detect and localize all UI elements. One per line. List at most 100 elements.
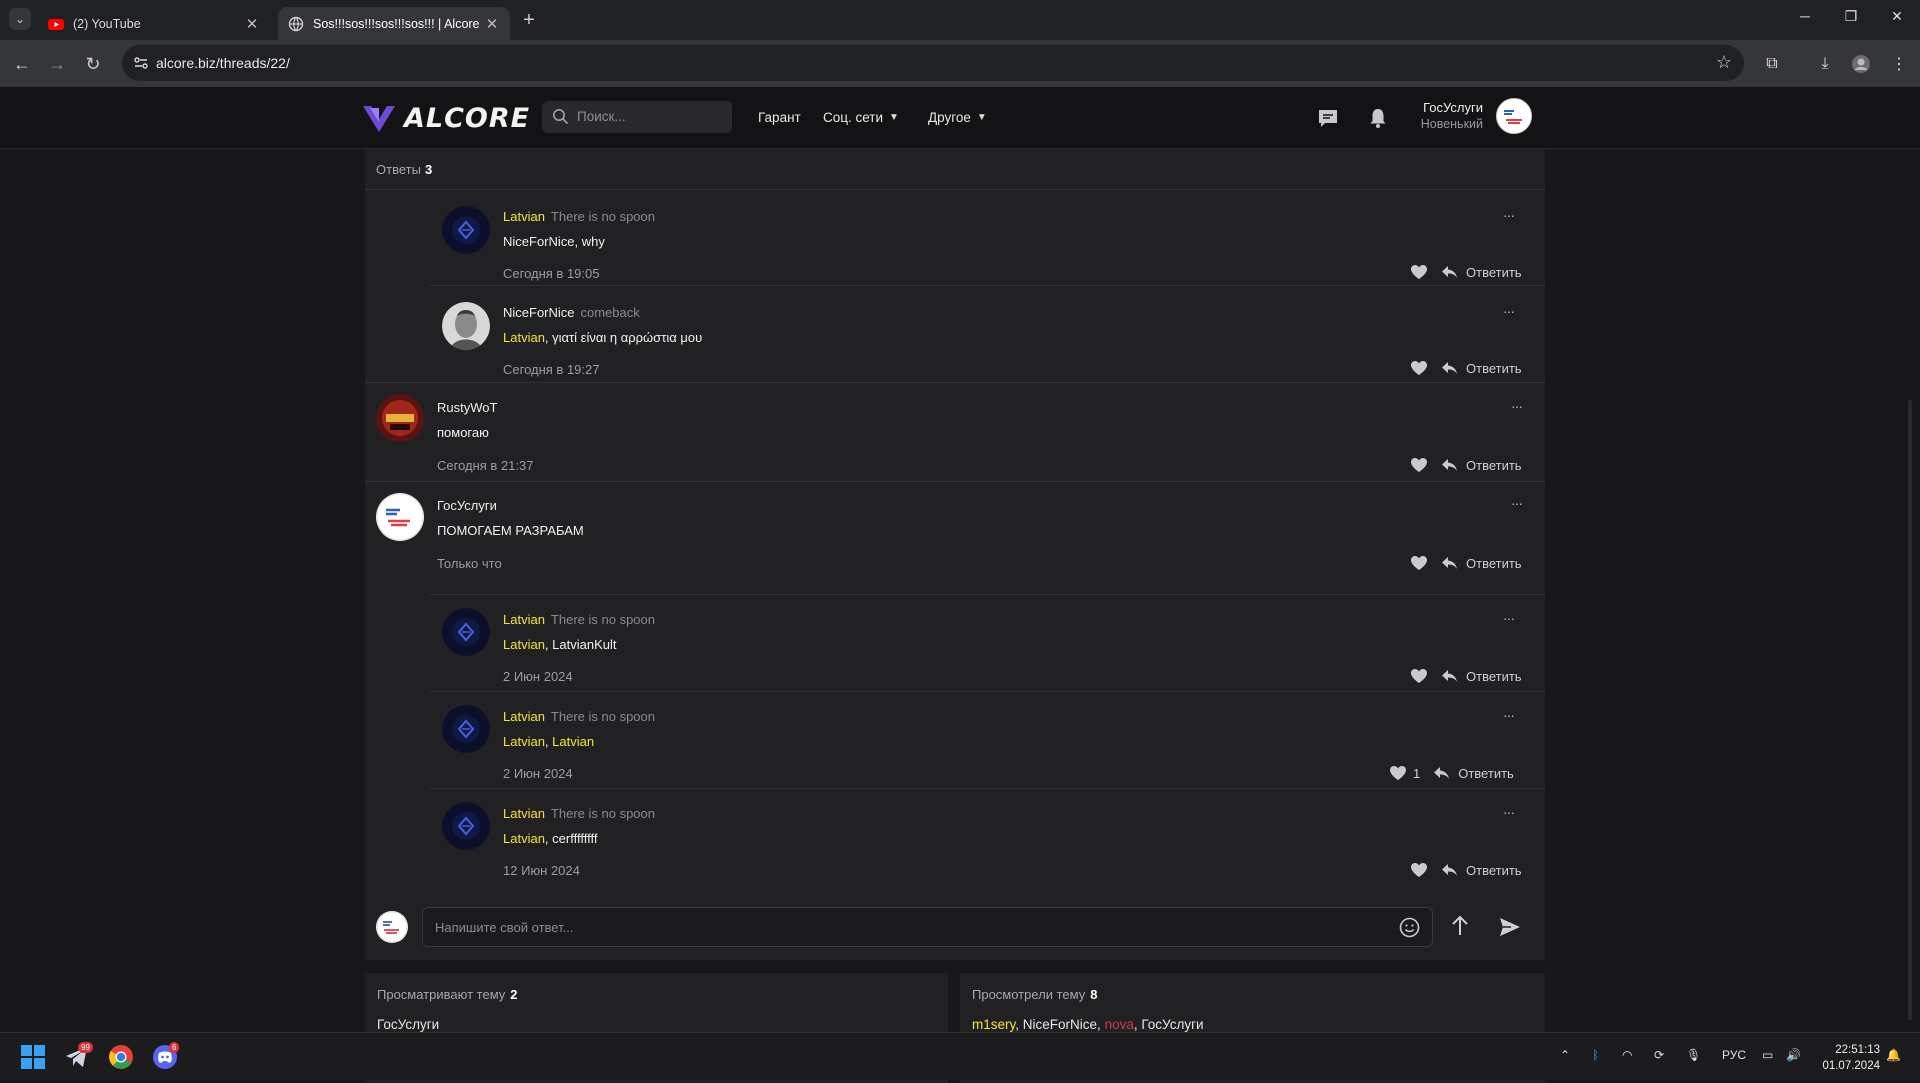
user-link[interactable]: ГосУслуги	[377, 1017, 439, 1032]
post-author[interactable]: Latvian There is no spoon	[503, 709, 655, 724]
post-author[interactable]: Latvian There is no spoon	[503, 612, 655, 627]
tab-search-chevron-icon[interactable]: ⌄	[9, 8, 31, 30]
mention[interactable]: Latvian	[503, 637, 545, 652]
bluetooth-icon[interactable]: ᛒ	[1592, 1048, 1599, 1062]
chrome-icon[interactable]	[107, 1043, 135, 1071]
post-date[interactable]: Сегодня в 19:05	[503, 266, 599, 281]
user-link[interactable]: NiceForNice	[1023, 1017, 1097, 1032]
tray-overflow-chevron-icon[interactable]: ⌃	[1560, 1048, 1570, 1062]
author-name[interactable]: Latvian	[503, 209, 545, 224]
reload-icon[interactable]: ↻	[80, 51, 106, 77]
post-date[interactable]: Только что	[437, 556, 502, 571]
nav-garant[interactable]: Гарант	[758, 110, 801, 125]
reply-button[interactable]: Ответить	[1466, 556, 1522, 571]
user-link[interactable]: nova	[1105, 1017, 1134, 1032]
avatar[interactable]	[442, 206, 490, 254]
site-logo[interactable]: ALCORE	[362, 103, 530, 134]
search-input[interactable]: Поиск...	[542, 101, 732, 133]
network-icon[interactable]: ▭	[1762, 1048, 1773, 1062]
reply-arrow-icon[interactable]	[1433, 766, 1450, 780]
avatar[interactable]	[376, 394, 424, 442]
more-options-icon[interactable]: ···	[1503, 610, 1515, 626]
nav-social[interactable]: Соц. сети ▼	[823, 110, 899, 125]
author-name[interactable]: Latvian	[503, 612, 545, 627]
post-date[interactable]: Сегодня в 21:37	[437, 458, 533, 473]
reply-button[interactable]: Ответить	[1466, 361, 1522, 376]
reply-button[interactable]: Ответить	[1458, 766, 1514, 781]
header-avatar[interactable]	[1496, 98, 1532, 134]
volume-icon[interactable]: 🔊	[1786, 1048, 1801, 1062]
minimize-icon[interactable]: ─	[1790, 8, 1820, 24]
mention[interactable]: Latvian	[503, 734, 545, 749]
more-options-icon[interactable]: ···	[1503, 303, 1515, 319]
nav-other[interactable]: Другое ▼	[928, 110, 987, 125]
post-date[interactable]: 2 Июн 2024	[503, 766, 573, 781]
new-tab-plus-icon[interactable]: +	[518, 9, 540, 32]
bookmark-star-icon[interactable]: ☆	[1716, 52, 1732, 73]
windows-start-icon[interactable]	[19, 1043, 47, 1071]
more-options-icon[interactable]: ···	[1511, 398, 1523, 414]
profile-avatar-icon[interactable]	[1849, 52, 1873, 76]
like-heart-icon[interactable]	[1410, 555, 1428, 571]
author-name[interactable]: Latvian	[503, 709, 545, 724]
post-author[interactable]: Latvian There is no spoon	[503, 209, 655, 224]
like-heart-icon[interactable]	[1410, 862, 1428, 878]
emoji-smile-icon[interactable]	[1399, 917, 1420, 938]
reply-arrow-icon[interactable]	[1441, 458, 1458, 472]
like-heart-icon[interactable]	[1410, 457, 1428, 473]
author-name[interactable]: NiceForNice	[503, 305, 575, 320]
browser-tab-youtube[interactable]: (2) YouTube ✕	[38, 7, 270, 40]
close-window-icon[interactable]: ✕	[1882, 8, 1912, 25]
address-bar[interactable]: alcore.biz/threads/22/ ☆	[122, 45, 1744, 81]
avatar[interactable]	[442, 608, 490, 656]
more-options-icon[interactable]: ···	[1503, 207, 1515, 223]
mention[interactable]: NiceForNice	[503, 234, 575, 249]
close-tab-icon[interactable]: ✕	[484, 15, 500, 33]
post-author[interactable]: Latvian There is no spoon	[503, 806, 655, 821]
more-options-icon[interactable]: ···	[1511, 495, 1523, 511]
like-heart-icon[interactable]	[1410, 264, 1428, 280]
reply-arrow-icon[interactable]	[1441, 265, 1458, 279]
reply-arrow-icon[interactable]	[1441, 361, 1458, 375]
post-author[interactable]: ГосУслуги	[437, 498, 497, 513]
notification-bell-icon[interactable]: 🔔	[1886, 1048, 1901, 1062]
post-author[interactable]: RustyWoT	[437, 400, 497, 415]
post-date[interactable]: 12 Июн 2024	[503, 863, 580, 878]
close-tab-icon[interactable]: ✕	[244, 15, 260, 33]
headset-icon[interactable]: ◠	[1622, 1048, 1632, 1062]
more-options-icon[interactable]: ···	[1503, 707, 1515, 723]
more-options-icon[interactable]: ···	[1503, 804, 1515, 820]
back-arrow-icon[interactable]: ←	[9, 51, 35, 77]
reply-button[interactable]: Ответить	[1466, 458, 1522, 473]
header-user-block[interactable]: ГосУслуги Новенький	[1380, 100, 1483, 131]
mention[interactable]: Latvian	[503, 330, 545, 345]
like-heart-icon[interactable]	[1389, 765, 1407, 781]
author-name[interactable]: ГосУслуги	[437, 498, 497, 513]
post-author[interactable]: NiceForNice comeback	[503, 305, 640, 320]
browser-menu-icon[interactable]: ⋮	[1887, 52, 1911, 76]
page-scrollbar[interactable]	[1908, 400, 1912, 1020]
avatar[interactable]	[442, 802, 490, 850]
reply-button[interactable]: Ответить	[1466, 265, 1522, 280]
restore-icon[interactable]: ❐	[1836, 8, 1866, 25]
sync-icon[interactable]: ⟳	[1654, 1048, 1664, 1062]
messages-icon[interactable]	[1317, 107, 1339, 129]
microphone-icon[interactable]: 🎙	[1686, 1048, 1701, 1062]
like-count[interactable]: 1	[1413, 766, 1420, 781]
reply-arrow-icon[interactable]	[1441, 556, 1458, 570]
avatar[interactable]	[376, 493, 424, 541]
reply-composer-input[interactable]: Напишите свой ответ...	[422, 907, 1433, 947]
post-date[interactable]: 2 Июн 2024	[503, 669, 573, 684]
language-indicator[interactable]: РУС	[1722, 1048, 1746, 1062]
upload-arrow-icon[interactable]	[1450, 915, 1470, 937]
reply-arrow-icon[interactable]	[1441, 863, 1458, 877]
mention[interactable]: Latvian	[552, 734, 594, 749]
mention[interactable]: Latvian	[503, 831, 545, 846]
like-heart-icon[interactable]	[1410, 360, 1428, 376]
avatar[interactable]	[442, 705, 490, 753]
forward-arrow-icon[interactable]: →	[44, 51, 70, 77]
reply-button[interactable]: Ответить	[1466, 669, 1522, 684]
author-name[interactable]: RustyWoT	[437, 400, 497, 415]
system-clock[interactable]: 22:51:13 01.07.2024	[1815, 1042, 1880, 1074]
send-icon[interactable]	[1499, 917, 1521, 937]
